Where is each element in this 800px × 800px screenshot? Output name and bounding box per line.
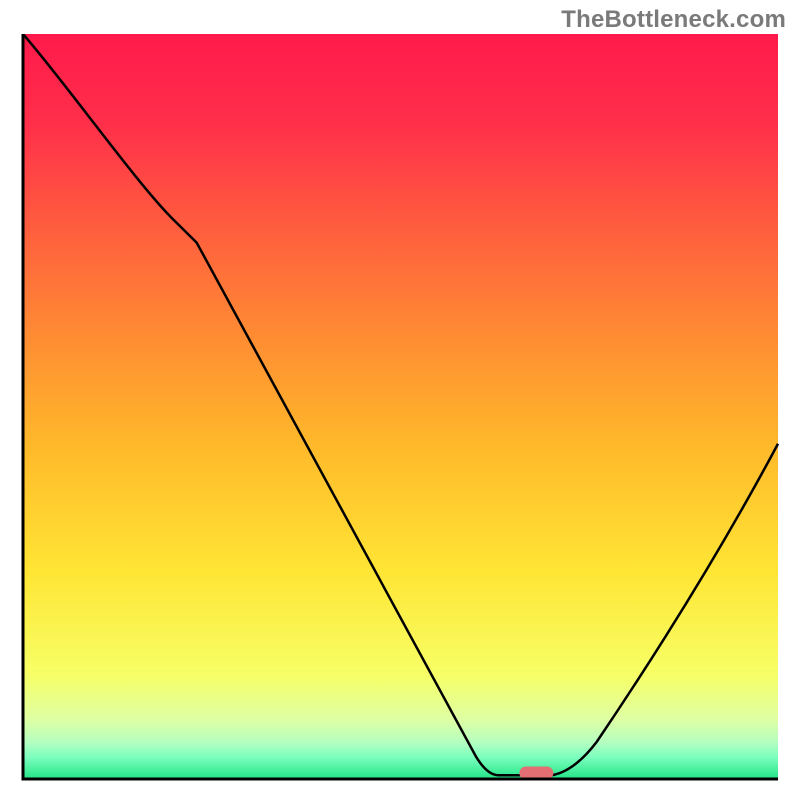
plot-frame — [20, 34, 780, 782]
gradient-background — [23, 34, 778, 779]
chart-container: TheBottleneck.com — [0, 0, 800, 800]
watermark-label: TheBottleneck.com — [561, 6, 786, 34]
chart-svg — [20, 34, 780, 782]
